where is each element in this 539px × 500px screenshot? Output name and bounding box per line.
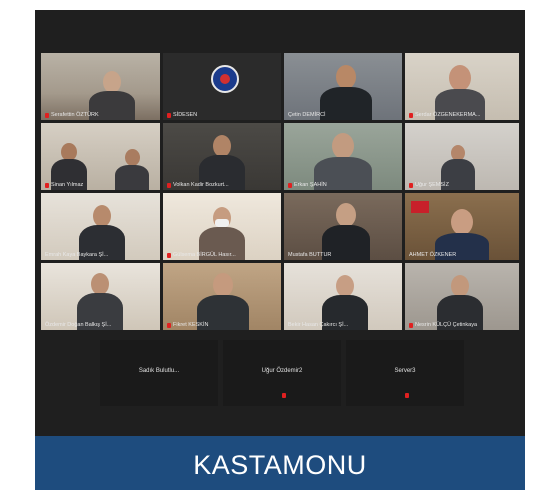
banner-title: KASTAMONU (193, 450, 367, 480)
participant-tile[interactable]: Emrah Kaya Baykara Şİ... (41, 193, 160, 260)
muted-mic-icon (405, 393, 409, 398)
participant-tile[interactable]: Gülsema BİRGÜL Hasır... (163, 193, 281, 260)
participant-name: Emrah Kaya Baykara Şİ... (45, 252, 109, 258)
participant-name: Erkan ŞAHİN (288, 182, 327, 188)
muted-mic-icon (409, 322, 413, 328)
participant-tile[interactable]: Erkan ŞAHİN (284, 123, 402, 190)
audio-only-tile[interactable]: Uğur Özdemir2 (223, 340, 341, 406)
muted-mic-icon (409, 112, 413, 118)
participant-name: AHMET ÖZKENER (409, 252, 457, 258)
muted-mic-icon (45, 182, 49, 188)
participant-name: Çetin DEMİRCİ (288, 112, 326, 118)
participant-name: Sinan Yılmaz (45, 182, 83, 188)
participant-tile[interactable]: Sinan Yılmaz (41, 123, 160, 190)
muted-mic-icon (409, 182, 413, 188)
participant-tile[interactable]: Uğur ŞEMSİZ (405, 123, 519, 190)
participant-name: Mustafa BUTTUR (288, 252, 332, 258)
participant-name: SİDESEN (167, 112, 197, 118)
muted-mic-icon (288, 182, 292, 188)
face-mask (215, 219, 229, 227)
participant-name: Server3 (394, 368, 416, 374)
participant-tile[interactable]: Özdemir Doğan Balkış Şİ... (41, 263, 160, 330)
muted-mic-icon (167, 322, 171, 328)
muted-mic-icon (167, 112, 171, 118)
participant-name: Volkan Kadir Bozkurt... (167, 182, 229, 188)
participant-name: Özdemir Doğan Balkış Şİ... (45, 322, 112, 328)
participant-tile[interactable]: Bekir Hasan Çakırcı Şİ... (284, 263, 402, 330)
audio-only-tile[interactable]: Server3 (346, 340, 464, 406)
participant-name: Uğur ŞEMSİZ (409, 182, 449, 188)
participant-tile[interactable]: SİDESEN (163, 53, 281, 120)
participant-tile[interactable]: Serafettin ÖZTÜRK (41, 53, 160, 120)
zoom-gallery-window: Serafettin ÖZTÜRK SİDESEN Çetin DEMİRCİ … (35, 10, 525, 490)
caption-banner: KASTAMONU (35, 436, 525, 490)
participant-name: Fikret KESKİN (167, 322, 208, 328)
participant-name: Serafettin ÖZTÜRK (45, 112, 99, 118)
participant-tile[interactable]: Volkan Kadir Bozkurt... (163, 123, 281, 190)
participant-tile[interactable]: Serdar ÖZGENEKERMA... (405, 53, 519, 120)
participant-name: Serdar ÖZGENEKERMA... (409, 112, 480, 118)
participant-tile[interactable]: Çetin DEMİRCİ (284, 53, 402, 120)
participant-name: Bekir Hasan Çakırcı Şİ... (288, 322, 349, 328)
participant-name: Sadık Bulutlu... (138, 368, 180, 374)
flag-icon (411, 201, 429, 213)
muted-mic-icon (45, 112, 49, 118)
participant-name: Gülsema BİRGÜL Hasır... (167, 252, 236, 258)
participant-tile[interactable]: Mustafa BUTTUR (284, 193, 402, 260)
muted-mic-icon (282, 393, 286, 398)
participant-tile-active-speaker[interactable]: AHMET ÖZKENER (405, 193, 519, 260)
muted-mic-icon (167, 252, 171, 258)
participant-tile[interactable]: Nesrin KÜLÇÜ Çetinkaya (405, 263, 519, 330)
muted-mic-icon (167, 182, 171, 188)
union-logo-icon (211, 65, 239, 93)
audio-only-tile[interactable]: Sadık Bulutlu... (100, 340, 218, 406)
participant-name: Nesrin KÜLÇÜ Çetinkaya (409, 322, 477, 328)
participant-tile[interactable]: Fikret KESKİN (163, 263, 281, 330)
participant-name: Uğur Özdemir2 (261, 368, 303, 374)
